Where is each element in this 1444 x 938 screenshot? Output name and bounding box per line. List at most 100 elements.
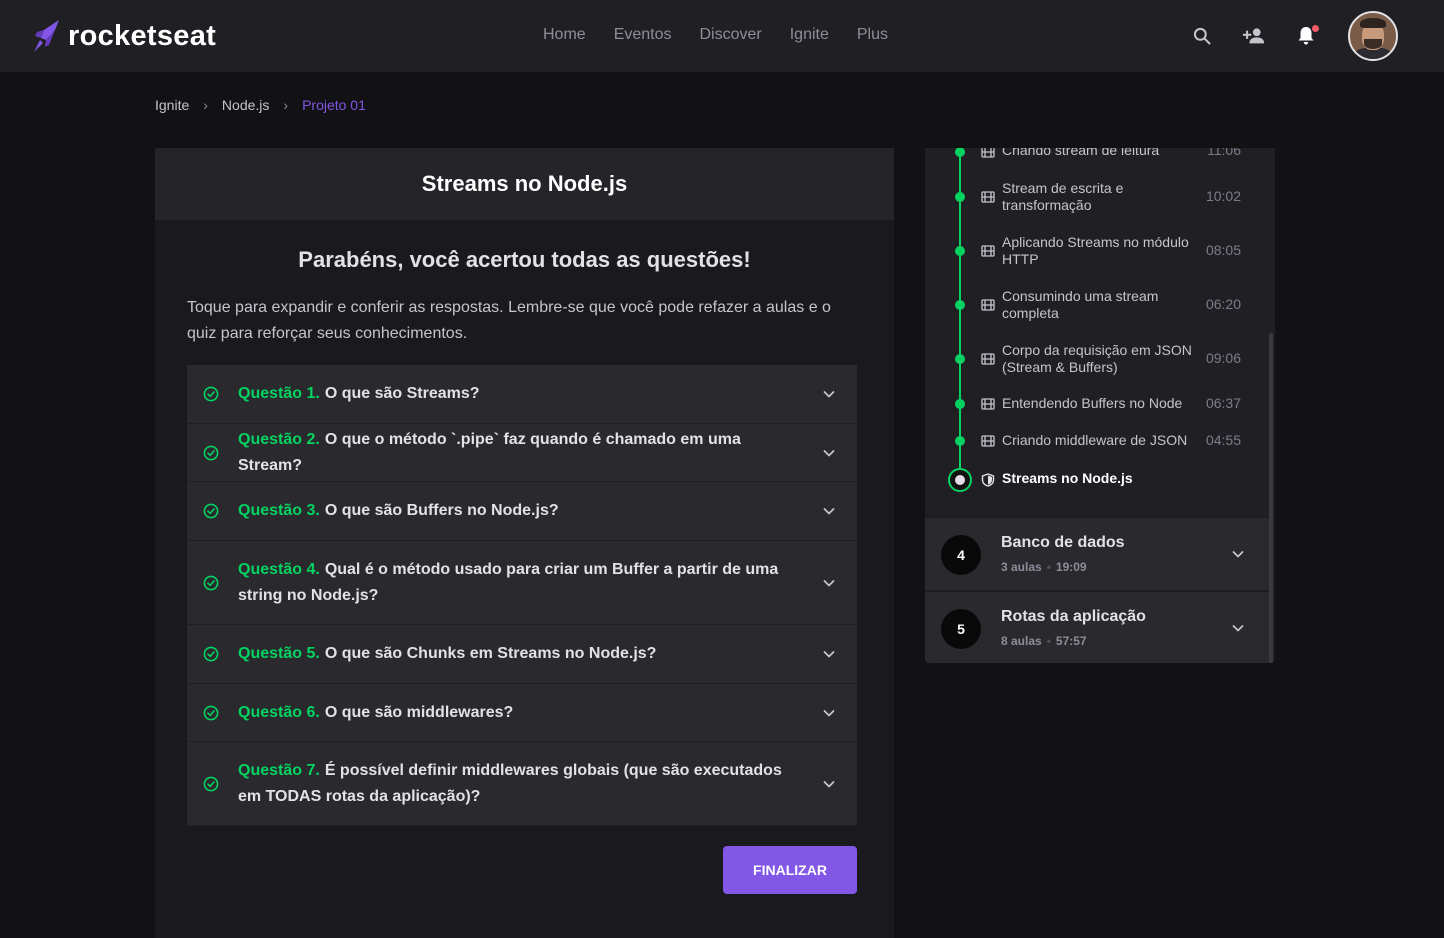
lesson-item-current[interactable]: Streams no Node.js	[925, 468, 1265, 492]
lesson-title: Consumindo uma stream completa	[1002, 288, 1159, 321]
lesson-duration: 10:02	[1205, 188, 1241, 204]
main-nav: Home Eventos Discover Ignite Plus	[543, 24, 888, 46]
video-icon	[981, 148, 995, 158]
shield-icon	[981, 473, 995, 487]
lesson-title: Stream de escrita e transformação	[1002, 180, 1124, 213]
add-friend-button[interactable]	[1234, 10, 1274, 62]
question-text: O que são middlewares?	[324, 703, 514, 721]
chevron-right-icon: ›	[283, 97, 289, 113]
question-text: O que são Chunks em Streams no Node.js?	[324, 645, 657, 662]
lesson-item[interactable]: Criando stream de leitura 11:06	[925, 148, 1265, 165]
chevron-down-icon	[823, 579, 835, 586]
lesson-title: Streams no Node.js	[1002, 470, 1133, 486]
chevron-down-icon	[823, 391, 835, 398]
lesson-complete-dot	[955, 436, 965, 446]
module-meta: 3 aulas • 19:09	[1001, 560, 1087, 574]
chevron-right-icon: ›	[203, 97, 208, 113]
lesson-duration: 11:06	[1207, 148, 1241, 158]
module-banco-de-dados[interactable]: 4 Banco de dados 3 aulas • 19:09	[925, 517, 1270, 590]
lesson-duration: 06:20	[1205, 296, 1241, 312]
module-lesson-count: 8 aulas	[1001, 634, 1042, 648]
lesson-item[interactable]: Consumindo uma stream completa 06:20	[925, 288, 1265, 322]
video-icon	[981, 191, 995, 203]
question-item-3[interactable]: Questão 3. O que são Buffers no Node.js?	[187, 482, 857, 541]
rocketseat-logo[interactable]: rocketseat	[32, 16, 216, 56]
lesson-item[interactable]: Entendendo Buffers no Node 06:37	[925, 395, 1265, 415]
question-text: O que são Streams?	[324, 385, 480, 402]
nav-link-ignite[interactable]: Ignite	[790, 24, 829, 46]
check-circle-icon	[203, 575, 219, 590]
nav-actions	[1170, 10, 1398, 62]
module-number: 5	[941, 609, 981, 649]
quiz-title: Streams no Node.js	[155, 148, 894, 220]
nav-link-eventos[interactable]: Eventos	[614, 24, 672, 46]
chevron-down-icon	[823, 709, 835, 716]
video-icon	[981, 398, 995, 410]
check-circle-icon	[203, 776, 219, 791]
question-number: Questão 4.	[238, 560, 320, 578]
lesson-item[interactable]: Aplicando Streams no módulo HTTP 08:05	[925, 234, 1265, 268]
user-avatar[interactable]	[1348, 11, 1398, 61]
question-item-6[interactable]: Questão 6. O que são middlewares?	[187, 684, 857, 742]
breadcrumb-projeto-01[interactable]: Projeto 01	[302, 97, 366, 113]
current-lesson-marker	[948, 468, 972, 492]
chevron-down-icon	[1232, 625, 1244, 632]
module-meta: 8 aulas • 57:57	[1001, 634, 1087, 648]
question-number: Questão 7.	[238, 761, 320, 779]
video-icon	[981, 245, 995, 257]
question-number: Questão 1.	[238, 385, 320, 402]
add-user-icon	[1242, 28, 1265, 44]
breadcrumb-ignite[interactable]: Ignite	[155, 97, 189, 113]
brand-name: rocketseat	[68, 19, 217, 52]
sidebar-scrollbar[interactable]	[1269, 333, 1273, 663]
question-item-1[interactable]: Questão 1. O que são Streams?	[187, 365, 857, 424]
lesson-title: Entendendo Buffers no Node	[1002, 395, 1183, 411]
chevron-down-icon	[1232, 551, 1244, 558]
lesson-complete-dot	[955, 148, 965, 157]
module-title: Banco de dados	[1001, 534, 1125, 551]
module-duration: 57:57	[1055, 634, 1087, 648]
breadcrumb-nodejs[interactable]: Node.js	[222, 97, 269, 113]
lesson-complete-dot	[955, 399, 965, 409]
chevron-down-icon	[823, 508, 835, 515]
notifications-button[interactable]	[1286, 10, 1326, 62]
lesson-duration: 06:37	[1205, 395, 1241, 411]
question-list: Questão 1. O que são Streams? Questão 2. O…	[187, 365, 857, 826]
question-item-7[interactable]: Questão 7. É possível definir middlewares…	[187, 742, 857, 826]
question-item-2[interactable]: Questão 2. O que o método `.pipe` faz qua…	[187, 424, 857, 482]
breadcrumb: Ignite › Node.js › Projeto 01	[155, 97, 366, 113]
nav-link-home[interactable]: Home	[543, 24, 586, 46]
result-heading: Parabéns, você acertou todas as questões…	[298, 247, 751, 272]
lesson-item[interactable]: Corpo da requisição em JSON (Stream & Bu…	[925, 342, 1265, 376]
video-icon	[981, 435, 995, 447]
question-number: Questão 6.	[238, 703, 320, 721]
lesson-item[interactable]: Criando middleware de JSON 04:55	[925, 432, 1265, 452]
question-item-4[interactable]: Questão 4. Qual é o método usado para cri…	[187, 541, 857, 625]
lesson-complete-dot	[955, 300, 965, 310]
chevron-down-icon	[823, 780, 835, 787]
lesson-duration: 04:55	[1205, 432, 1241, 448]
lesson-title: Criando stream de leitura	[1002, 148, 1160, 158]
question-item-5[interactable]: Questão 5. O que são Chunks em Streams no…	[187, 625, 857, 684]
lesson-complete-dot	[955, 192, 965, 202]
lesson-duration: 08:05	[1205, 242, 1241, 258]
search-button[interactable]	[1182, 10, 1222, 62]
lesson-item[interactable]: Stream de escrita e transformação 10:02	[925, 180, 1265, 214]
module-duration: 19:09	[1055, 560, 1087, 574]
check-circle-icon	[203, 445, 219, 460]
nav-link-plus[interactable]: Plus	[857, 24, 888, 46]
nav-link-discover[interactable]: Discover	[700, 24, 762, 46]
module-rotas-da-aplicacao[interactable]: 5 Rotas da aplicação 8 aulas • 57:57	[925, 591, 1270, 663]
search-icon	[1193, 27, 1211, 45]
lesson-title: Aplicando Streams no módulo HTTP	[1002, 234, 1189, 267]
check-circle-icon	[203, 386, 219, 402]
chevron-down-icon	[823, 651, 835, 658]
finish-button[interactable]: FINALIZAR	[723, 846, 857, 894]
quiz-intro-text: Toque para expandir e conferir as respos…	[187, 299, 831, 342]
top-navbar: rocketseat Home Eventos Discover Ignite …	[0, 0, 1444, 72]
notification-badge	[1312, 25, 1319, 32]
check-circle-icon	[203, 646, 219, 662]
question-text: O que são Buffers no Node.js?	[324, 502, 559, 519]
video-icon	[981, 299, 995, 311]
module-title: Rotas da aplicação	[1001, 608, 1146, 625]
